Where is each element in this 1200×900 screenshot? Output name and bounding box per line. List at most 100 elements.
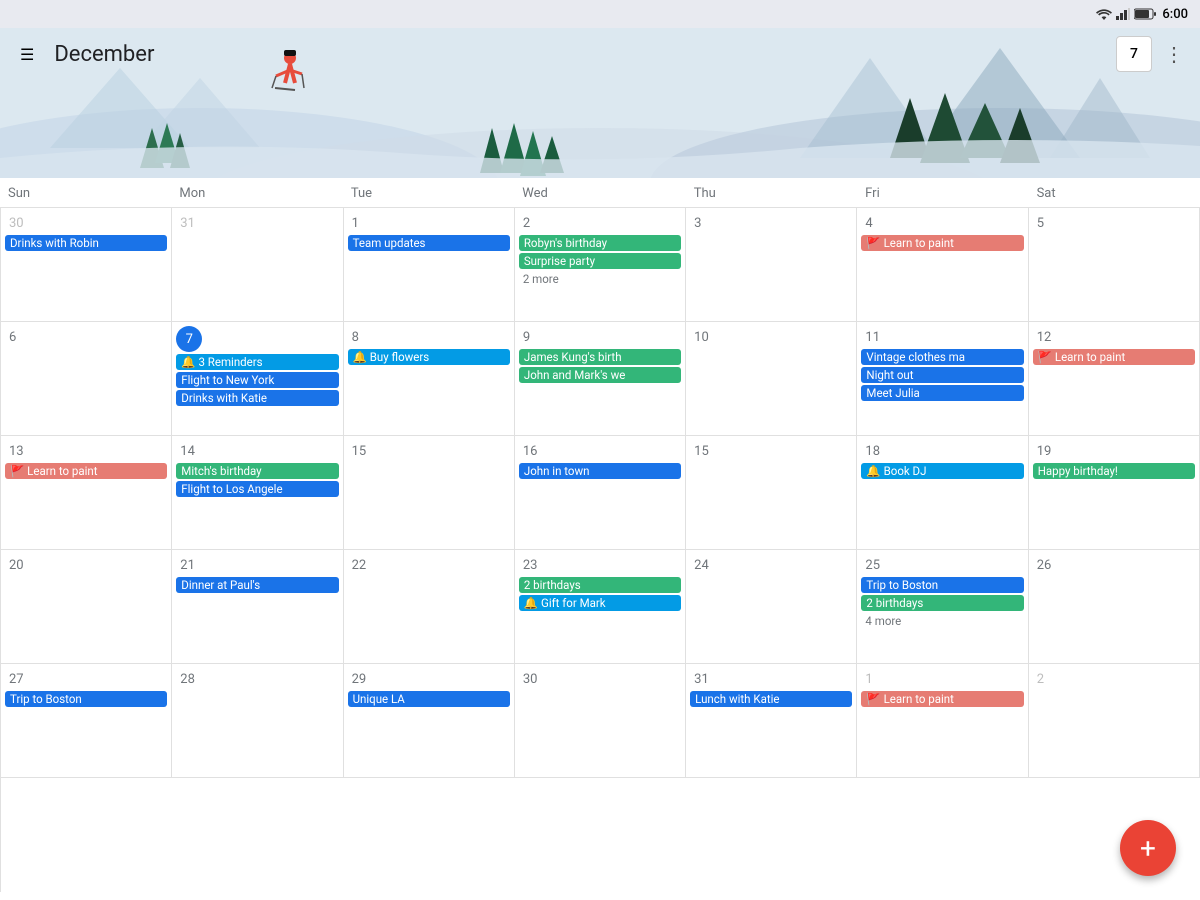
calendar-cell[interactable]: 1 Team updates xyxy=(344,208,515,322)
calendar-cell[interactable]: 31 xyxy=(172,208,343,322)
cell-date: 14 xyxy=(176,442,199,461)
cell-date: 23 xyxy=(519,556,542,575)
cell-date: 1 xyxy=(348,214,363,233)
calendar-cell[interactable]: 20 xyxy=(1,550,172,664)
event-chip[interactable]: James Kung's birth xyxy=(519,349,681,365)
month-title: December xyxy=(54,42,154,67)
event-chip[interactable]: Robyn's birthday xyxy=(519,235,681,251)
wifi-icon xyxy=(1096,8,1112,20)
event-chip[interactable]: Trip to Boston xyxy=(5,691,167,707)
calendar-cell[interactable]: 3 xyxy=(686,208,857,322)
event-chip[interactable]: 🚩 Learn to paint xyxy=(861,691,1023,707)
calendar-cell[interactable]: 22 xyxy=(344,550,515,664)
event-chip[interactable]: John and Mark's we xyxy=(519,367,681,383)
calendar-cell[interactable]: 15 xyxy=(686,436,857,550)
calendar-cell[interactable]: 4 🚩 Learn to paint xyxy=(857,208,1028,322)
calendar-cell[interactable]: 11Vintage clothes maNight outMeet Julia xyxy=(857,322,1028,436)
today-button[interactable]: 7 xyxy=(1116,36,1152,72)
calendar-cell[interactable]: 29Unique LA xyxy=(344,664,515,778)
calendar-cell[interactable]: 13 🚩 Learn to paint xyxy=(1,436,172,550)
event-chip[interactable]: Flight to New York xyxy=(176,372,338,388)
calendar-cell[interactable]: 8 🔔 Buy flowers xyxy=(344,322,515,436)
cell-date: 30 xyxy=(519,670,542,689)
event-chip[interactable]: 🚩 Learn to paint xyxy=(5,463,167,479)
cell-date: 1 xyxy=(861,670,876,689)
more-events-link[interactable]: 4 more xyxy=(861,613,1023,629)
event-chip[interactable]: Drinks with Katie xyxy=(176,390,338,406)
calendar-cell[interactable]: 9 James Kung's birth John and Mark's we xyxy=(515,322,686,436)
event-chip[interactable]: Meet Julia xyxy=(861,385,1023,401)
event-chip[interactable]: 2 birthdays xyxy=(519,577,681,593)
cell-date: 7 xyxy=(176,326,202,352)
event-chip[interactable]: Happy birthday! xyxy=(1033,463,1195,479)
calendar-cell[interactable]: 5 xyxy=(1029,208,1200,322)
calendar-cell[interactable]: 2 xyxy=(1029,664,1200,778)
status-bar: 6:00 xyxy=(0,0,1200,28)
calendar-cell[interactable]: 31 Lunch with Katie xyxy=(686,664,857,778)
event-chip[interactable]: Flight to Los Angele xyxy=(176,481,338,497)
cell-date: 13 xyxy=(5,442,28,461)
event-chip[interactable]: 🔔 Buy flowers xyxy=(348,349,510,365)
event-chip[interactable]: Mitch's birthday xyxy=(176,463,338,479)
more-events-link[interactable]: 2 more xyxy=(519,271,681,287)
calendar-cell[interactable]: 12🚩 Learn to paint xyxy=(1029,322,1200,436)
day-header-wed: Wed xyxy=(514,178,685,207)
event-chip[interactable]: 🚩 Learn to paint xyxy=(861,235,1023,251)
menu-icon[interactable]: ☰ xyxy=(16,41,38,68)
cell-date: 6 xyxy=(5,328,20,347)
day-header-thu: Thu xyxy=(686,178,857,207)
cell-date: 3 xyxy=(690,214,705,233)
event-chip[interactable]: 🔔 Gift for Mark xyxy=(519,595,681,611)
event-chip[interactable]: Drinks with Robin xyxy=(5,235,167,251)
calendar-cell[interactable]: 23 2 birthdays 🔔 Gift for Mark xyxy=(515,550,686,664)
calendar-cell[interactable]: 1 🚩 Learn to paint xyxy=(857,664,1028,778)
event-chip[interactable]: Team updates xyxy=(348,235,510,251)
event-chip[interactable]: 🚩 Learn to paint xyxy=(1033,349,1195,365)
event-chip[interactable]: John in town xyxy=(519,463,681,479)
cell-date: 22 xyxy=(348,556,371,575)
event-chip[interactable]: Trip to Boston xyxy=(861,577,1023,593)
event-chip[interactable]: 🔔 3 Reminders xyxy=(176,354,338,370)
event-chip[interactable]: Dinner at Paul's xyxy=(176,577,338,593)
cell-date: 4 xyxy=(861,214,876,233)
calendar-cell[interactable]: 6 xyxy=(1,322,172,436)
event-chip[interactable]: Unique LA xyxy=(348,691,510,707)
calendar-cell[interactable]: 16John in town xyxy=(515,436,686,550)
cell-date: 27 xyxy=(5,670,28,689)
calendar-cell[interactable]: 18🔔 Book DJ xyxy=(857,436,1028,550)
header-right: 7 ⋮ xyxy=(1116,36,1184,72)
event-chip[interactable]: Lunch with Katie xyxy=(690,691,852,707)
calendar-cell[interactable]: 2 Robyn's birthday Surprise party 2 more xyxy=(515,208,686,322)
cell-date: 8 xyxy=(348,328,363,347)
cell-date: 31 xyxy=(176,214,199,233)
cell-date: 2 xyxy=(519,214,534,233)
calendar-cell[interactable]: 27 Trip to Boston xyxy=(1,664,172,778)
day-header-tue: Tue xyxy=(343,178,514,207)
day-header-mon: Mon xyxy=(171,178,342,207)
calendar-cell[interactable]: 19Happy birthday! xyxy=(1029,436,1200,550)
calendar-cell[interactable]: 25Trip to Boston2 birthdays4 more xyxy=(857,550,1028,664)
calendar-cell[interactable]: 28 xyxy=(172,664,343,778)
event-chip[interactable]: 2 birthdays xyxy=(861,595,1023,611)
calendar-cell[interactable]: 24 xyxy=(686,550,857,664)
calendar-cell[interactable]: 15 xyxy=(344,436,515,550)
cell-date: 9 xyxy=(519,328,534,347)
calendar-cell[interactable]: 10 xyxy=(686,322,857,436)
event-chip[interactable]: Vintage clothes ma xyxy=(861,349,1023,365)
calendar-cell[interactable]: 30 xyxy=(515,664,686,778)
status-time: 6:00 xyxy=(1162,7,1188,22)
calendar-cell[interactable]: 14 Mitch's birthday Flight to Los Angele xyxy=(172,436,343,550)
calendar-cell[interactable]: 7 🔔 3 Reminders Flight to New York Drinks w… xyxy=(172,322,343,436)
more-options-icon[interactable]: ⋮ xyxy=(1164,42,1184,66)
add-event-button[interactable]: + xyxy=(1120,820,1176,876)
event-chip[interactable]: Night out xyxy=(861,367,1023,383)
cell-date: 2 xyxy=(1033,670,1048,689)
event-chip[interactable]: Surprise party xyxy=(519,253,681,269)
cell-date: 31 xyxy=(690,670,713,689)
event-chip[interactable]: 🔔 Book DJ xyxy=(861,463,1023,479)
battery-icon xyxy=(1134,8,1156,20)
calendar-cell[interactable]: 21Dinner at Paul's xyxy=(172,550,343,664)
calendar-cell[interactable]: 26 xyxy=(1029,550,1200,664)
calendar-cell[interactable]: 30Drinks with Robin xyxy=(1,208,172,322)
cell-date: 15 xyxy=(348,442,371,461)
